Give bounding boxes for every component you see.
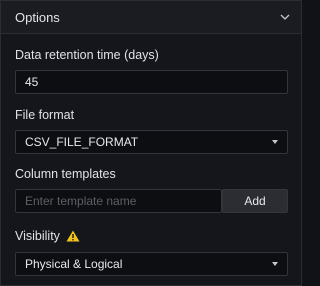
- visibility-label: Visibility: [15, 229, 60, 243]
- retention-input[interactable]: 45: [15, 70, 288, 94]
- options-header[interactable]: Options: [1, 1, 301, 34]
- file-format-value: CSV_FILE_FORMAT: [25, 135, 139, 149]
- options-panel: Options Data retention time (days) 45 Fi…: [0, 0, 302, 286]
- retention-label: Data retention time (days): [15, 48, 159, 62]
- caret-down-icon: [272, 140, 278, 144]
- retention-value: 45: [25, 75, 39, 89]
- caret-down-icon: [272, 262, 278, 266]
- file-format-select[interactable]: CSV_FILE_FORMAT: [15, 130, 288, 154]
- visibility-label-row: Visibility: [15, 229, 80, 243]
- add-template-button[interactable]: Add: [222, 189, 288, 213]
- options-title: Options: [15, 9, 60, 25]
- warning-icon[interactable]: [66, 230, 80, 242]
- template-name-placeholder: Enter template name: [25, 194, 137, 208]
- visibility-select[interactable]: Physical & Logical: [15, 252, 288, 276]
- template-name-input[interactable]: Enter template name: [15, 189, 222, 213]
- chevron-down-icon[interactable]: [278, 10, 292, 24]
- visibility-value: Physical & Logical: [25, 257, 123, 271]
- file-format-label: File format: [15, 108, 75, 122]
- column-templates-label: Column templates: [15, 167, 116, 181]
